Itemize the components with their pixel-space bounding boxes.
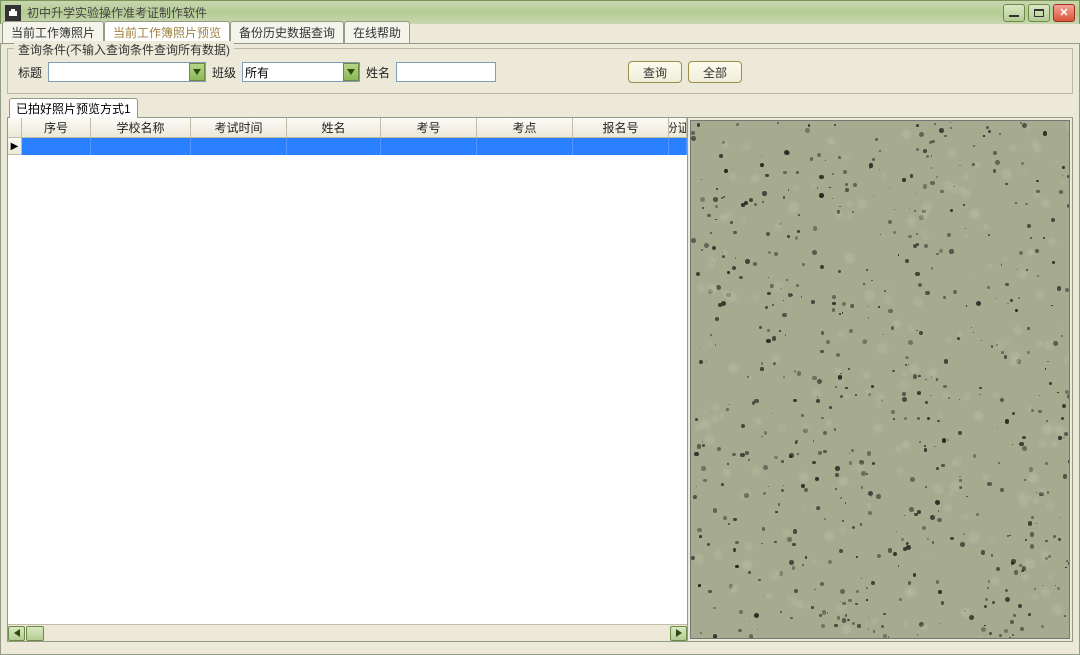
maximize-icon [1034, 9, 1044, 17]
chevron-down-icon [347, 69, 355, 75]
groupbox-title: 查询条件(不输入查询条件查询所有数据) [14, 41, 234, 58]
app-icon [5, 5, 21, 21]
query-groupbox: 查询条件(不输入查询条件查询所有数据) 标题 班级 姓名 查询 全部 [7, 48, 1073, 94]
table-row[interactable]: ▶ [8, 138, 687, 155]
content-area: 查询条件(不输入查询条件查询所有数据) 标题 班级 姓名 查询 全部 [0, 44, 1080, 655]
class-combobox[interactable] [242, 62, 360, 82]
col-seq[interactable]: 序号 [22, 118, 91, 138]
title-input[interactable] [49, 63, 189, 81]
label-name: 姓名 [366, 64, 390, 81]
minimize-icon [1009, 15, 1019, 17]
cell[interactable] [381, 138, 477, 155]
chevron-left-icon [14, 629, 20, 637]
label-class: 班级 [212, 64, 236, 81]
col-site[interactable]: 考点 [477, 118, 573, 138]
title-combobox[interactable] [48, 62, 206, 82]
scrollbar-thumb[interactable] [26, 626, 44, 641]
window-controls: ✕ [1003, 4, 1075, 22]
col-id[interactable]: 份证 [669, 118, 687, 138]
horizontal-scrollbar[interactable] [8, 624, 687, 641]
chevron-right-icon [676, 629, 682, 637]
tab-online-help[interactable]: 在线帮助 [344, 21, 410, 43]
col-school[interactable]: 学校名称 [91, 118, 191, 138]
cell[interactable] [22, 138, 91, 155]
scroll-right-button[interactable] [670, 626, 687, 641]
cell[interactable] [91, 138, 191, 155]
tab-photos[interactable]: 当前工作簿照片 [2, 21, 104, 43]
grid-pane: 序号 学校名称 考试时间 姓名 考号 考点 报名号 份证 ▶ [8, 118, 688, 641]
scroll-left-button[interactable] [8, 626, 25, 641]
col-exam-no[interactable]: 考号 [381, 118, 477, 138]
cell[interactable] [287, 138, 381, 155]
minimize-button[interactable] [1003, 4, 1025, 22]
grid-header-row: 序号 学校名称 考试时间 姓名 考号 考点 报名号 份证 [8, 118, 687, 138]
sub-tabs: 已拍好照片预览方式1 [7, 100, 1073, 118]
row-indicator-icon: ▶ [8, 138, 22, 155]
search-button[interactable]: 查询 [628, 61, 682, 83]
title-dropdown-button[interactable] [189, 63, 205, 81]
query-row: 标题 班级 姓名 查询 全部 [18, 61, 1062, 83]
texture-background [691, 121, 1069, 638]
col-exam-time[interactable]: 考试时间 [191, 118, 287, 138]
tab-backup-history[interactable]: 备份历史数据查询 [230, 21, 344, 43]
cell[interactable] [477, 138, 573, 155]
photo-preview-pane [690, 120, 1070, 639]
cell[interactable] [669, 138, 687, 155]
grid-body[interactable]: ▶ [8, 138, 687, 624]
scrollbar-track[interactable] [26, 626, 669, 641]
class-input[interactable] [243, 63, 343, 81]
name-input[interactable] [396, 62, 496, 82]
close-button[interactable]: ✕ [1053, 4, 1075, 22]
cell[interactable] [191, 138, 287, 155]
col-reg-no[interactable]: 报名号 [573, 118, 669, 138]
maximize-button[interactable] [1028, 4, 1050, 22]
lower-pane: 序号 学校名称 考试时间 姓名 考号 考点 报名号 份证 ▶ [7, 118, 1073, 642]
window-title: 初中升学实验操作准考证制作软件 [27, 4, 1003, 21]
sub-tab-preview-mode-1[interactable]: 已拍好照片预览方式1 [9, 98, 138, 118]
grid-corner [8, 118, 22, 138]
chevron-down-icon [193, 69, 201, 75]
col-name[interactable]: 姓名 [287, 118, 381, 138]
label-title: 标题 [18, 64, 42, 81]
close-icon: ✕ [1059, 6, 1068, 19]
class-dropdown-button[interactable] [343, 63, 359, 81]
all-button[interactable]: 全部 [688, 61, 742, 83]
cell[interactable] [573, 138, 669, 155]
